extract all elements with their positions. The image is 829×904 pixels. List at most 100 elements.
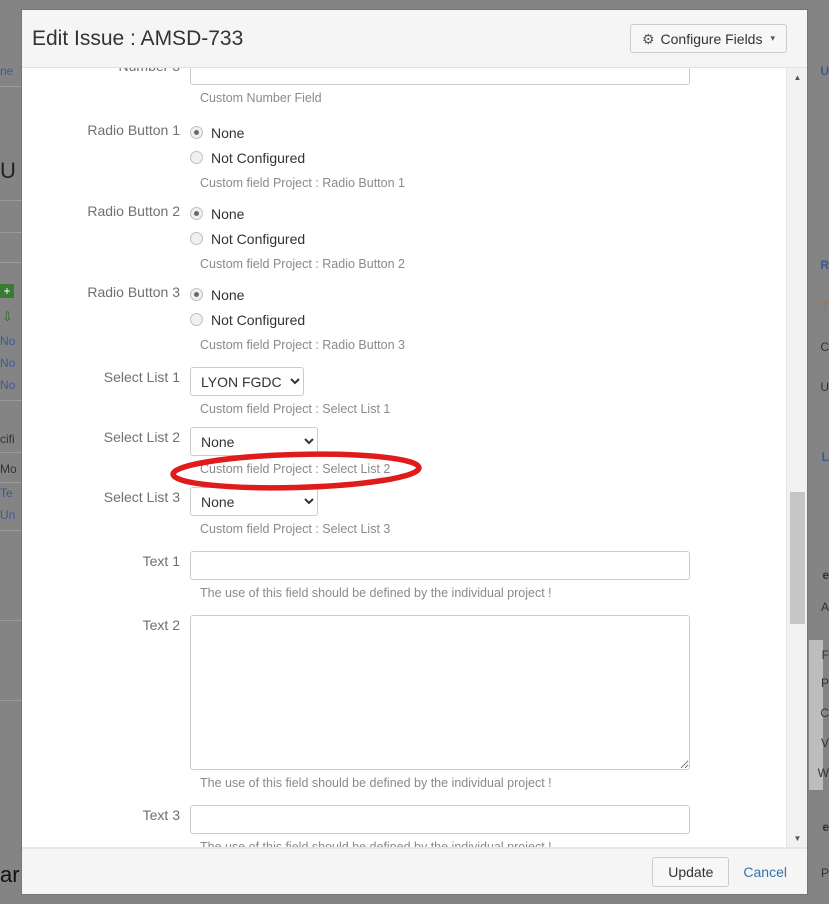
background-divider [0, 232, 22, 233]
select-list-1-dropdown[interactable]: LYON FGDC [190, 367, 304, 396]
field-row: Text 2 [22, 615, 786, 770]
background-right-snippet-11: V [820, 736, 829, 750]
field-control-number-3 [190, 68, 786, 85]
radio-icon-selected[interactable] [190, 288, 203, 301]
select-list-3-dropdown[interactable]: None [190, 487, 318, 516]
scrollbar-thumb[interactable] [790, 492, 805, 624]
background-right-snippet-0: U [820, 64, 829, 78]
radio-icon[interactable] [190, 313, 203, 326]
radio-option-label: None [211, 286, 245, 303]
background-left-snippet-4: No [0, 378, 16, 392]
radio-option[interactable]: None [190, 282, 766, 307]
field-control-radio-button-1: None Not Configured [190, 120, 786, 170]
field-row: Radio Button 1 None Not Configured [22, 120, 786, 170]
cancel-link[interactable]: Cancel [743, 864, 787, 880]
field-description-radio-button-3: Custom field Project : Radio Button 3 [200, 338, 405, 352]
background-bottom-snippet: ar [0, 862, 20, 887]
scroll-up-arrow-icon[interactable]: ▲ [787, 68, 807, 86]
field-description-radio-button-1: Custom field Project : Radio Button 1 [200, 176, 405, 190]
dialog-footer: Update Cancel [22, 848, 807, 894]
number-3-input[interactable] [190, 68, 690, 85]
field-label-radio-button-1: Radio Button 1 [87, 122, 180, 138]
edit-issue-dialog: Edit Issue : AMSD-733 ⚙ Configure Fields… [22, 10, 807, 894]
add-icon[interactable]: + [0, 284, 14, 298]
edit-issue-form: Number 3 Custom Number Field Radio Butto… [22, 68, 786, 847]
background-divider [0, 620, 22, 621]
background-left-snippet-2: No [0, 334, 16, 348]
field-control-radio-button-3: None Not Configured [190, 282, 786, 332]
background-divider [0, 86, 22, 87]
background-left-snippet-1: U [0, 158, 16, 183]
field-control-text-2 [190, 615, 786, 770]
background-left-snippet-8: Un [0, 508, 16, 522]
radio-option-label: None [211, 124, 245, 141]
dialog-body: Number 3 Custom Number Field Radio Butto… [22, 68, 807, 848]
text-2-textarea[interactable] [190, 615, 690, 770]
radio-option-label: Not Configured [211, 230, 306, 247]
page-title: Edit Issue : AMSD-733 [32, 26, 244, 50]
update-button[interactable]: Update [652, 856, 730, 887]
text-3-input[interactable] [190, 805, 690, 834]
field-label-text-3: Text 3 [142, 807, 180, 823]
background-divider [0, 400, 22, 401]
background-left-snippet-3: No [0, 356, 16, 370]
configure-fields-button[interactable]: ⚙ Configure Fields ▾ [629, 24, 787, 53]
dialog-header: Edit Issue : AMSD-733 ⚙ Configure Fields… [22, 10, 807, 68]
background-right-snippet-7: A [820, 600, 829, 614]
field-control-text-1 [190, 551, 786, 580]
chevron-double-down-icon[interactable]: ⇩ [2, 310, 13, 323]
background-right-snippet-2: T [821, 300, 829, 314]
dialog-scrollbar[interactable]: ▲ ▼ [786, 68, 807, 847]
radio-option[interactable]: Not Configured [190, 307, 766, 332]
field-label-number-3: Number 3 [22, 68, 190, 76]
field-label-text-1: Text 1 [142, 553, 180, 569]
background-left-column [0, 10, 22, 904]
field-description-radio-button-2: Custom field Project : Radio Button 2 [200, 257, 405, 271]
field-description-select-list-3: Custom field Project : Select List 3 [200, 522, 391, 536]
field-description-text-1: The use of this field should be defined … [200, 586, 552, 600]
configure-fields-label: Configure Fields [660, 30, 763, 47]
field-row: Text 3 [22, 805, 786, 834]
background-right-snippet-14: P [820, 866, 829, 880]
select-list-2-dropdown[interactable]: None [190, 427, 318, 456]
radio-icon-selected[interactable] [190, 207, 203, 220]
field-row: Radio Button 2 None Not Configured [22, 201, 786, 251]
field-label-text-2: Text 2 [142, 617, 180, 633]
radio-option[interactable]: None [190, 120, 766, 145]
scroll-down-arrow-icon[interactable]: ▼ [787, 829, 807, 847]
background-divider [0, 700, 22, 701]
radio-icon[interactable] [190, 151, 203, 164]
background-right-snippet-9: P [820, 676, 829, 690]
radio-option[interactable]: Not Configured [190, 226, 766, 251]
background-left-snippet-5: cifi [0, 432, 15, 446]
form-scroll-viewport: Number 3 Custom Number Field Radio Butto… [22, 68, 786, 847]
background-divider [0, 262, 22, 263]
chevron-down-icon: ▾ [770, 33, 775, 43]
radio-icon[interactable] [190, 232, 203, 245]
background-right-snippet-4: U [820, 380, 829, 394]
field-row: Select List 1 LYON FGDC [22, 367, 786, 396]
field-control-radio-button-2: None Not Configured [190, 201, 786, 251]
background-left-snippet-7: Te [0, 486, 13, 500]
background-left-snippet-0: ne [0, 64, 14, 78]
field-row: Text 1 [22, 551, 786, 580]
field-row: Number 3 [22, 68, 786, 85]
field-control-select-list-2: None [190, 427, 786, 456]
text-1-input[interactable] [190, 551, 690, 580]
background-right-snippet-8: F [821, 648, 829, 662]
field-row: Select List 3 None [22, 487, 786, 516]
gear-icon: ⚙ [641, 30, 655, 47]
radio-option[interactable]: Not Configured [190, 145, 766, 170]
radio-icon-selected[interactable] [190, 126, 203, 139]
field-label-select-list-1: Select List 1 [103, 369, 180, 385]
background-right-snippet-1: R [820, 258, 829, 272]
field-row: Select List 2 None [22, 427, 786, 456]
background-right-snippet-13: e [822, 820, 829, 834]
background-right-snippet-6: e [822, 568, 829, 582]
radio-option[interactable]: None [190, 201, 766, 226]
background-right-snippet-10: C [820, 706, 829, 720]
field-control-select-list-3: None [190, 487, 786, 516]
field-description-select-list-2: Custom field Project : Select List 2 [200, 462, 391, 476]
background-divider [0, 530, 22, 531]
background-divider [0, 482, 22, 483]
